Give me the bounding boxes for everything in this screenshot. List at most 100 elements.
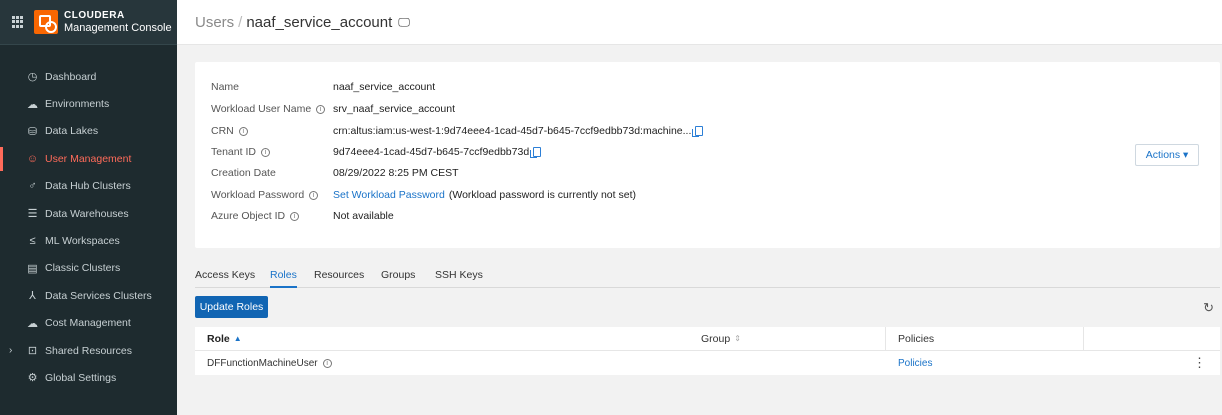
main-content: Users / naaf_service_account 🖵 Name naaf… (177, 0, 1222, 415)
tab-access-keys[interactable]: Access Keys (195, 262, 255, 288)
role-cell: DFFunctionMachineUser i (195, 351, 689, 375)
sidebar-item-label: Environments (45, 98, 110, 111)
detail-label: Workload User Name i (211, 103, 333, 115)
sidebar-item-label: Data Warehouses (45, 207, 129, 220)
sidebar-nav: ◷ Dashboard ☁ Environments ⛁ Data Lakes ☺ Us… (0, 63, 177, 392)
roles-table: Role ▲ Group ⇕ Policies DFFunctionMachineU… (195, 326, 1220, 375)
brand-subtitle: Management Console (64, 22, 172, 34)
copy-icon[interactable] (530, 147, 542, 158)
sidebar-item-data-hub-clusters[interactable]: ♂ Data Hub Clusters (0, 173, 177, 200)
tab-groups[interactable]: Groups (381, 262, 415, 288)
role-name: DFFunctionMachineUser (207, 357, 318, 369)
detail-label: Name (211, 81, 240, 93)
page-title: naaf_service_account (246, 13, 393, 31)
detail-row-crn: CRN i crn:altus:iam:us-west-1:9d74eee4-1c… (211, 121, 704, 141)
detail-label: Workload Password i (211, 189, 333, 201)
cost-icon: ☁ (27, 317, 38, 330)
sidebar-item-cost-management[interactable]: ☁ Cost Management (0, 310, 177, 337)
breadcrumb-separator: / (238, 13, 243, 31)
sidebar: CLOUDERA Management Console ◷ Dashboard ☁… (0, 0, 177, 415)
detail-label: Azure Object ID i (211, 210, 333, 222)
gear-icon: ⚙ (27, 372, 38, 385)
detail-row-azure-object-id: Azure Object ID i Not available (211, 206, 394, 226)
detail-row-workload-password: Workload Password i Set Workload Password… (211, 185, 636, 205)
actions-button[interactable]: Actions ▾ (1135, 144, 1199, 166)
sidebar-item-label: Classic Clusters (45, 262, 121, 275)
ml-icon: ≤ (29, 235, 36, 248)
detail-label-text: CRN (211, 125, 234, 137)
info-icon[interactable]: i (309, 190, 319, 200)
brand-text: CLOUDERA Management Console (64, 10, 172, 34)
kebab-menu-icon[interactable]: ⋮ (1193, 355, 1206, 371)
tab-resources[interactable]: Resources (314, 262, 364, 288)
brand-name: CLOUDERA (64, 10, 125, 21)
detail-value: crn:altus:iam:us-west-1:9d74eee4-1cad-45… (333, 125, 692, 137)
sidebar-item-data-lakes[interactable]: ⛁ Data Lakes (0, 118, 177, 145)
warehouse-icon: ☰ (27, 208, 38, 221)
sidebar-item-label: Data Hub Clusters (45, 180, 131, 193)
sidebar-item-data-warehouses[interactable]: ☰ Data Warehouses (0, 200, 177, 227)
tab-bar: Access Keys Roles Resources Groups SSH K… (195, 262, 1220, 288)
app-grid-icon[interactable] (12, 16, 24, 28)
server-icon: ▤ (27, 262, 38, 275)
detail-label-text: Azure Object ID (211, 210, 286, 222)
detail-value: 08/29/2022 8:25 PM CEST (333, 167, 459, 179)
sort-icon: ⇕ (734, 334, 741, 343)
cloud-icon: ☁ (27, 98, 38, 111)
info-icon[interactable]: i (290, 211, 300, 221)
policies-link[interactable]: Policies (898, 358, 932, 369)
sidebar-item-label: Global Settings (45, 371, 117, 384)
column-label: Role (207, 332, 230, 345)
breadcrumb-users[interactable]: Users (195, 14, 234, 31)
tab-ssh-keys[interactable]: SSH Keys (435, 262, 483, 288)
sidebar-item-shared-resources[interactable]: › ⊡ Shared Resources (0, 337, 177, 364)
cloudera-logo-icon[interactable] (34, 10, 58, 34)
sort-ascending-icon: ▲ (233, 334, 242, 343)
data-hub-icon: ♂ (28, 180, 37, 193)
column-header-group[interactable]: Group ⇕ (689, 326, 886, 351)
sidebar-item-label: Data Services Clusters (45, 289, 152, 302)
sidebar-item-classic-clusters[interactable]: ▤ Classic Clusters (0, 255, 177, 282)
sidebar-item-label: Cost Management (45, 317, 131, 330)
set-workload-password-link[interactable]: Set Workload Password (333, 189, 445, 201)
sidebar-item-user-management[interactable]: ☺ User Management (0, 145, 177, 172)
detail-value: naaf_service_account (333, 81, 436, 93)
column-header-role[interactable]: Role ▲ (195, 327, 689, 351)
policies-cell: Policies (886, 351, 1084, 375)
copy-icon[interactable] (692, 126, 704, 137)
detail-label-text: Tenant ID (211, 146, 256, 158)
sidebar-item-label: ML Workspaces (45, 235, 120, 248)
sidebar-item-environments[interactable]: ☁ Environments (0, 90, 177, 117)
monitor-icon: 🖵 (398, 14, 410, 29)
refresh-icon[interactable]: ↻ (1203, 300, 1214, 316)
detail-label: CRN i (211, 125, 333, 137)
chevron-right-icon[interactable]: › (9, 345, 12, 356)
detail-label: Tenant ID i (211, 146, 333, 158)
shared-resources-icon: ⊡ (27, 345, 38, 358)
table-row: DFFunctionMachineUser i Policies ⋮ (195, 351, 1220, 375)
info-icon[interactable]: i (260, 147, 270, 157)
row-actions-cell: ⋮ (1084, 351, 1220, 375)
brand-header: CLOUDERA Management Console (0, 0, 177, 45)
update-roles-button[interactable]: Update Roles (195, 296, 268, 318)
group-cell (689, 351, 886, 375)
info-icon[interactable]: i (316, 104, 326, 114)
sidebar-item-ml-workspaces[interactable]: ≤ ML Workspaces (0, 227, 177, 254)
tab-roles[interactable]: Roles (270, 262, 297, 288)
users-icon: ☺ (26, 152, 39, 165)
detail-label: Creation Date (211, 167, 276, 179)
detail-value: Not available (333, 210, 394, 222)
column-label: Group (701, 332, 731, 345)
info-icon[interactable]: i (322, 358, 332, 368)
sidebar-item-dashboard[interactable]: ◷ Dashboard (0, 63, 177, 90)
sidebar-item-global-settings[interactable]: ⚙ Global Settings (0, 364, 177, 391)
info-icon[interactable]: i (238, 126, 248, 136)
sidebar-item-label: Data Lakes (45, 125, 99, 138)
sidebar-item-data-services-clusters[interactable]: ⅄ Data Services Clusters (0, 282, 177, 309)
sidebar-item-label: Shared Resources (45, 344, 132, 357)
password-note: (Workload password is currently not set) (448, 189, 636, 201)
column-label: Policies (898, 332, 935, 345)
detail-row-tenant: Tenant ID i 9d74eee4-1cad-45d7-b645-7ccf9… (211, 142, 542, 162)
dashboard-icon: ◷ (27, 71, 38, 84)
detail-row-creation-date: Creation Date 08/29/2022 8:25 PM CEST (211, 163, 459, 183)
